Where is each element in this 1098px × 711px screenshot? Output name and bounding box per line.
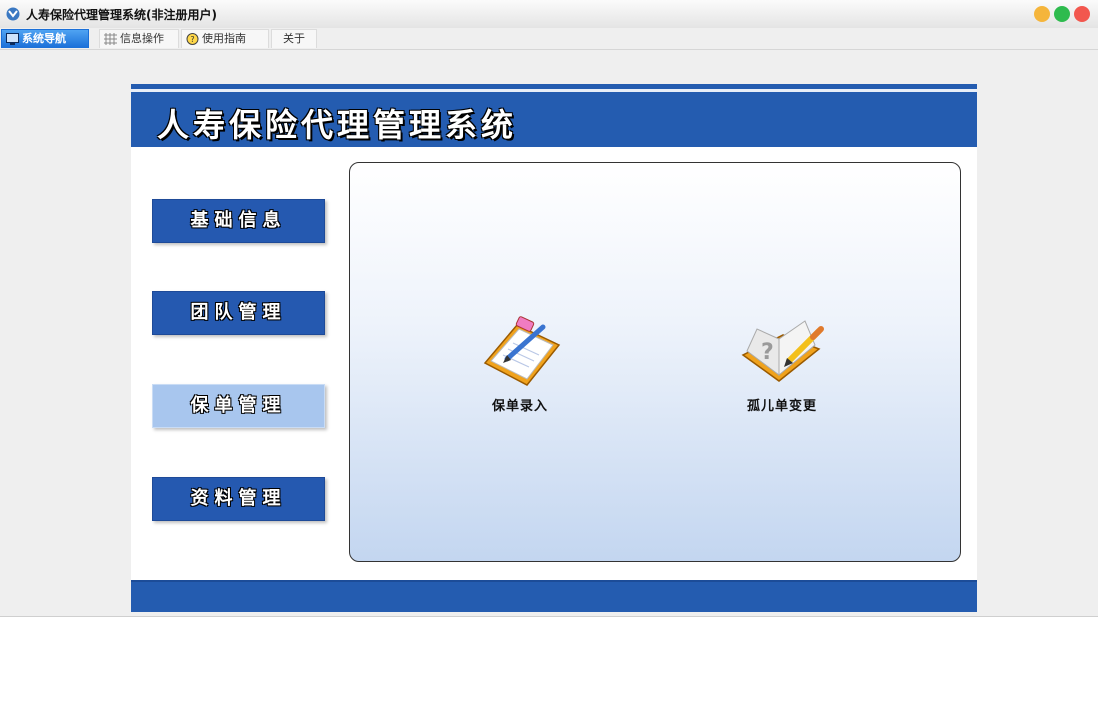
function-area: 保单录入 ? 孤儿单变更 <box>349 162 961 562</box>
clipboard-pencil-icon <box>483 316 561 386</box>
nav-data-management-button[interactable]: 资料管理 <box>152 477 325 521</box>
nav-policy-management-button[interactable]: 保单管理 <box>152 384 325 428</box>
orphan-policy-change-label: 孤儿单变更 <box>746 399 817 414</box>
tab-label: 使用指南 <box>202 32 246 45</box>
tab-about[interactable]: 关于 <box>271 29 317 48</box>
svg-text:?: ? <box>761 340 774 365</box>
header-divider <box>131 89 977 92</box>
app-logo-icon <box>6 7 20 21</box>
tab-label: 信息操作 <box>120 32 164 45</box>
nav-basic-info-button[interactable]: 基础信息 <box>152 199 325 243</box>
help-icon: ? <box>186 33 199 45</box>
policy-entry-button[interactable]: 保单录入 <box>460 315 580 414</box>
tab-label: 关于 <box>283 32 305 45</box>
close-button[interactable] <box>1074 6 1090 22</box>
book-pencil-icon: ? <box>741 320 824 382</box>
header-banner: 人寿保险代理管理系统 <box>131 84 977 147</box>
policy-entry-label: 保单录入 <box>491 399 548 414</box>
system-title: 人寿保险代理管理系统 <box>157 106 518 144</box>
tab-system-navigation[interactable]: 系统导航 <box>1 29 89 48</box>
grid-icon <box>104 33 117 45</box>
window-title: 人寿保险代理管理系统(非注册用户) <box>26 8 217 22</box>
nav-team-management-button[interactable]: 团队管理 <box>152 291 325 335</box>
orphan-policy-change-button[interactable]: ? 孤儿单变更 <box>722 315 842 414</box>
title-bar[interactable]: 人寿保险代理管理系统(非注册用户) <box>0 0 1098 28</box>
maximize-button[interactable] <box>1054 6 1070 22</box>
app-window: 人寿保险代理管理系统(非注册用户) 系统导航 信息操作 ? 使用指南 关于 人寿… <box>0 0 1098 617</box>
tab-bar: 系统导航 信息操作 ? 使用指南 关于 <box>0 28 1098 50</box>
main-panel: 人寿保险代理管理系统 基础信息 团队管理 保单管理 资料管理 保单录入 ? 孤儿… <box>131 84 977 612</box>
monitor-icon <box>6 33 19 45</box>
tab-user-guide[interactable]: ? 使用指南 <box>181 29 269 48</box>
minimize-button[interactable] <box>1034 6 1050 22</box>
tab-info-operations[interactable]: 信息操作 <box>99 29 179 48</box>
svg-text:?: ? <box>190 35 194 44</box>
footer-divider <box>131 580 977 582</box>
tab-label: 系统导航 <box>22 32 66 45</box>
footer-banner <box>131 580 977 612</box>
